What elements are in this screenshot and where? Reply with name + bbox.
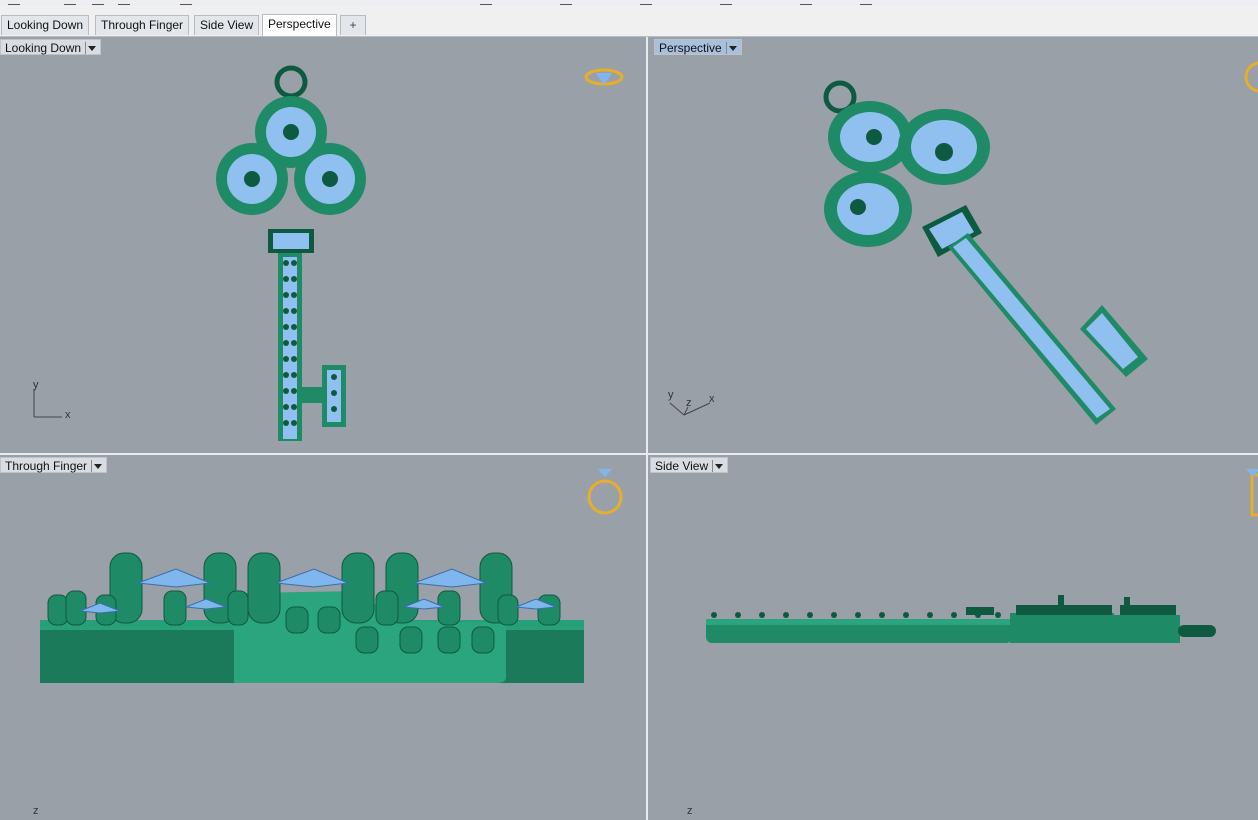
axis-label-x: x [65, 409, 71, 421]
toolbar-button[interactable] [640, 0, 652, 5]
toolbar-button[interactable] [480, 0, 492, 5]
toolbar-button[interactable] [92, 0, 104, 5]
tab-perspective[interactable]: Perspective [262, 14, 337, 36]
axis-label-z: z [686, 397, 692, 409]
ring-top-icon [1244, 61, 1258, 93]
toolbar-button[interactable] [560, 0, 572, 5]
toolbar-button[interactable] [64, 0, 76, 5]
ring-front-icon [587, 469, 623, 515]
viewport-tab-strip: Looking Down Through Finger Side View Pe… [0, 6, 1258, 37]
toolbar-button[interactable] [118, 0, 130, 5]
key-top-view [33, 65, 624, 441]
key-side-view [706, 469, 1258, 643]
axis-label-x: x [709, 393, 715, 405]
tab-side-view[interactable]: Side View [194, 15, 260, 35]
toolbar-button[interactable] [8, 0, 20, 5]
toolbar-button[interactable] [180, 0, 192, 5]
viewport-side-view[interactable]: Side View z [648, 455, 1258, 820]
key-perspective-view [669, 61, 1258, 425]
viewport-looking-down[interactable]: Looking Down y x [0, 37, 646, 453]
axis-label-y: y [668, 389, 674, 401]
toolbar-button[interactable] [800, 0, 812, 5]
viewport-divider[interactable] [0, 453, 1258, 455]
viewport-divider[interactable] [646, 37, 648, 820]
tab-through-finger[interactable]: Through Finger [95, 15, 190, 35]
toolbar-button[interactable] [860, 0, 872, 5]
key-front-view [40, 469, 623, 683]
toolbar-button[interactable] [720, 0, 732, 5]
tab-looking-down[interactable]: Looking Down [1, 15, 90, 35]
axis-label-z: z [33, 805, 39, 817]
ring-side-icon [1246, 469, 1258, 517]
add-tab-icon[interactable]: + [340, 15, 366, 35]
viewport-perspective[interactable]: Perspective y z x [648, 37, 1258, 453]
ring-top-icon [584, 68, 624, 86]
axis-label-y: y [33, 379, 39, 391]
viewport-through-finger[interactable]: Through Finger z [0, 455, 646, 820]
axis-label-z: z [687, 805, 693, 817]
